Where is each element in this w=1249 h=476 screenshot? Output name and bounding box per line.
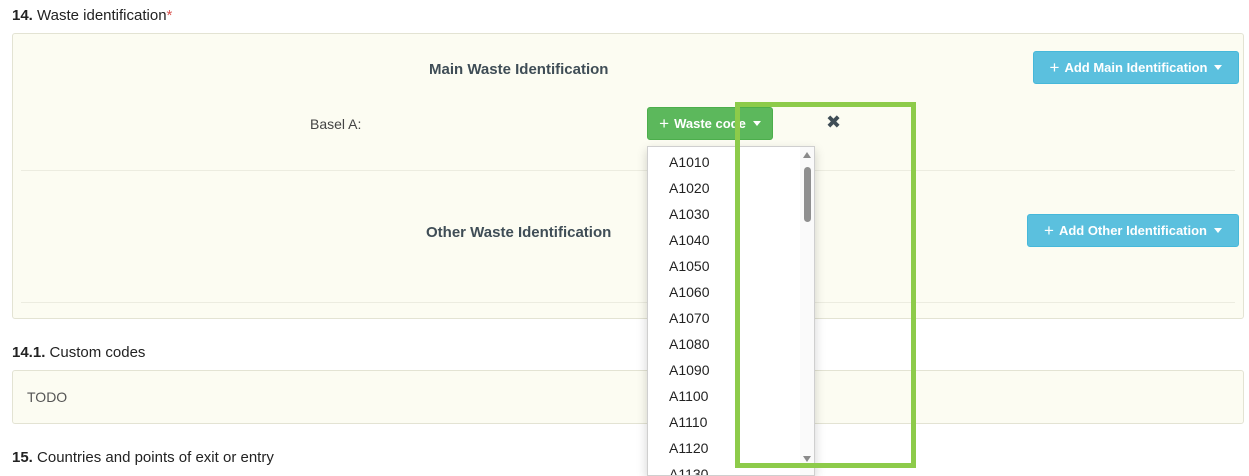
- custom-codes-content: TODO: [27, 389, 68, 405]
- section-15-label: Countries and points of exit or entry: [37, 449, 274, 466]
- dropdown-item[interactable]: A1070: [648, 305, 814, 331]
- scrollbar-thumb[interactable]: [804, 167, 811, 222]
- add-other-identification-button[interactable]: + Add Other Identification: [1027, 214, 1239, 247]
- dropdown-item[interactable]: A1060: [648, 279, 814, 305]
- section-14-label: Waste identification: [37, 7, 167, 24]
- add-main-identification-button[interactable]: + Add Main Identification: [1033, 51, 1239, 84]
- section-divider: [21, 302, 1235, 303]
- waste-code-dropdown[interactable]: A1010 A1020 A1030 A1040 A1050 A1060 A107…: [647, 146, 815, 476]
- section-15-number: 15.: [12, 449, 33, 466]
- waste-code-list: A1010 A1020 A1030 A1040 A1050 A1060 A107…: [648, 147, 814, 475]
- section-14-1-number: 14.1.: [12, 344, 46, 361]
- scroll-down-arrow-icon[interactable]: [803, 456, 811, 462]
- dropdown-item[interactable]: A1080: [648, 331, 814, 357]
- add-main-identification-label: Add Main Identification: [1064, 60, 1208, 75]
- scroll-up-arrow-icon[interactable]: [803, 152, 811, 158]
- dropdown-item[interactable]: A1090: [648, 357, 814, 383]
- basel-a-label: Basel A:: [310, 116, 362, 132]
- dropdown-item[interactable]: A1100: [648, 383, 814, 409]
- dropdown-item[interactable]: A1020: [648, 175, 814, 201]
- caret-down-icon: [1214, 228, 1222, 233]
- add-other-identification-label: Add Other Identification: [1058, 223, 1207, 238]
- plus-icon: +: [1044, 221, 1054, 240]
- caret-down-icon: [1214, 65, 1223, 70]
- plus-icon: +: [659, 114, 670, 133]
- section-14-1-label: Custom codes: [49, 344, 146, 361]
- dropdown-item[interactable]: A1050: [648, 253, 814, 279]
- dropdown-item[interactable]: A1110: [648, 409, 814, 435]
- other-waste-identification-heading: Other Waste Identification: [426, 224, 612, 241]
- dropdown-item[interactable]: A1130: [648, 461, 814, 475]
- section-14-number: 14.: [12, 7, 33, 24]
- section-14-1-title: 14.1. Custom codes: [12, 344, 145, 361]
- remove-waste-code-icon[interactable]: ✖: [826, 112, 841, 133]
- waste-code-button[interactable]: + Waste code: [647, 107, 773, 140]
- section-divider: [21, 170, 1235, 171]
- required-mark: *: [166, 7, 173, 24]
- plus-icon: +: [1049, 58, 1060, 77]
- dropdown-scrollbar[interactable]: [800, 147, 814, 475]
- caret-down-icon: [752, 121, 761, 126]
- waste-code-label: Waste code: [674, 116, 746, 131]
- waste-identification-panel: Main Waste Identification + Add Main Ide…: [12, 33, 1244, 319]
- custom-codes-box: TODO: [12, 370, 1244, 424]
- dropdown-item[interactable]: A1120: [648, 435, 814, 461]
- dropdown-item[interactable]: A1040: [648, 227, 814, 253]
- section-14-title: 14. Waste identification*: [12, 7, 172, 24]
- main-waste-identification-heading: Main Waste Identification: [429, 61, 609, 78]
- section-15-title: 15. Countries and points of exit or entr…: [12, 449, 274, 466]
- dropdown-item[interactable]: A1010: [648, 149, 814, 175]
- dropdown-item[interactable]: A1030: [648, 201, 814, 227]
